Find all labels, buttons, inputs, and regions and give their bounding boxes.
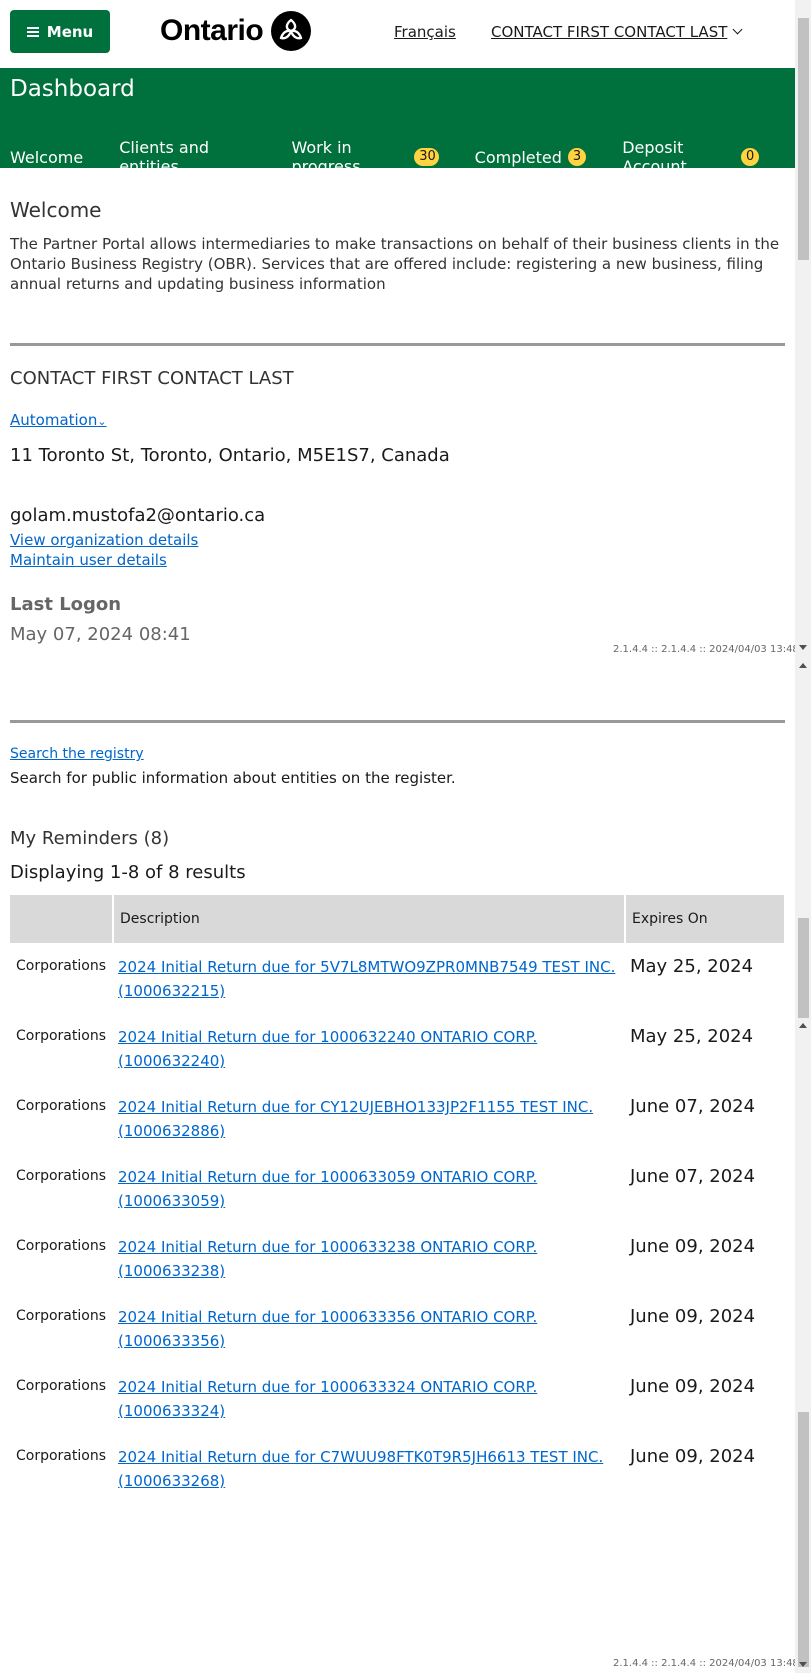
row-category: Corporations <box>16 1238 106 1254</box>
tab-work-in-progress[interactable]: Work in progress 30 <box>291 138 439 185</box>
menu-button[interactable]: Menu <box>10 10 110 53</box>
maintain-user-details-link[interactable]: Maintain user details <box>10 551 167 569</box>
row-category: Corporations <box>16 1378 106 1394</box>
user-menu-label: CONTACT FIRST CONTACT LAST <box>491 23 728 41</box>
count-badge: 30 <box>414 148 439 166</box>
row-category: Corporations <box>16 1168 106 1184</box>
row-category: Corporations <box>16 1448 106 1464</box>
column-header-expires-on: Expires On <box>624 895 784 943</box>
table-row: Corporations 2024 Initial Return due for… <box>10 1433 784 1503</box>
view-organization-details-link[interactable]: View organization details <box>10 531 198 549</box>
row-category: Corporations <box>16 1308 106 1324</box>
page-title: Dashboard <box>10 76 135 102</box>
table-row: Corporations 2024 Initial Return due for… <box>10 1363 784 1433</box>
row-expires: June 09, 2024 <box>630 1306 756 1327</box>
tab-label: Deposit Account <box>622 138 687 176</box>
scroll-up-icon[interactable] <box>799 1023 807 1028</box>
reminder-link[interactable]: 2024 Initial Return due for 1000632240 O… <box>118 1028 537 1070</box>
last-logon-label: Last Logon <box>10 594 122 615</box>
search-registry-link[interactable]: Search the registry <box>10 746 144 762</box>
row-expires: June 07, 2024 <box>630 1166 756 1187</box>
welcome-heading: Welcome <box>10 198 102 222</box>
chevron-down-icon: ⌄ <box>97 415 107 428</box>
scroll-up-icon[interactable] <box>799 663 807 668</box>
reminders-table: Description Expires On Corporations 2024… <box>10 895 784 1503</box>
reminder-link[interactable]: 2024 Initial Return due for 1000633356 O… <box>118 1308 537 1350</box>
tab-label: Work in progress <box>291 138 361 176</box>
row-expires: June 09, 2024 <box>630 1376 756 1397</box>
table-row: Corporations 2024 Initial Return due for… <box>10 1293 784 1363</box>
row-category: Corporations <box>16 1098 106 1114</box>
scroll-down-icon[interactable] <box>799 645 807 650</box>
scrollbar-thumb[interactable] <box>798 18 809 260</box>
count-badge: 0 <box>741 148 759 166</box>
table-row: Corporations 2024 Initial Return due for… <box>10 1153 784 1223</box>
automation-label: Automation <box>10 411 98 429</box>
table-header-row: Description Expires On <box>10 895 784 943</box>
top-header: Menu Ontario Français CONTACT FIRST CONT… <box>0 0 795 68</box>
reminder-link[interactable]: 2024 Initial Return due for CY12UJEBHO13… <box>118 1098 593 1140</box>
column-header-description: Description <box>112 895 624 943</box>
chevron-down-icon <box>732 24 743 35</box>
contact-name-heading: CONTACT FIRST CONTACT LAST <box>10 368 294 389</box>
reminder-link[interactable]: 2024 Initial Return due for 1000633324 O… <box>118 1378 537 1420</box>
table-row: Corporations 2024 Initial Return due for… <box>10 943 784 1013</box>
reminders-heading: My Reminders (8) <box>10 828 170 849</box>
scroll-down-icon[interactable] <box>799 1662 807 1667</box>
reminder-link[interactable]: 2024 Initial Return due for 5V7L8MTWO9ZP… <box>118 958 615 1000</box>
row-expires: June 09, 2024 <box>630 1446 756 1467</box>
search-description: Search for public information about enti… <box>10 769 456 787</box>
reminder-link[interactable]: 2024 Initial Return due for 1000633059 O… <box>118 1168 537 1210</box>
row-category: Corporations <box>16 958 106 974</box>
column-header-category <box>10 895 112 943</box>
row-expires: June 07, 2024 <box>630 1096 756 1117</box>
row-expires: May 25, 2024 <box>630 956 754 977</box>
row-expires: May 25, 2024 <box>630 1026 754 1047</box>
version-text: 2.1.4.4 :: 2.1.4.4 :: 2024/04/03 13:48 <box>613 644 799 655</box>
results-count: Displaying 1-8 of 8 results <box>10 862 246 883</box>
menu-button-label: Menu <box>46 22 94 41</box>
language-toggle-link[interactable]: Français <box>394 23 456 41</box>
row-expires: June 09, 2024 <box>630 1236 756 1257</box>
automation-dropdown-link[interactable]: Automation⌄ <box>10 411 107 429</box>
tab-label: Welcome <box>10 147 84 167</box>
last-logon-value: May 07, 2024 08:41 <box>10 624 191 645</box>
hamburger-icon <box>26 26 39 37</box>
tab-completed[interactable]: Completed 3 <box>475 138 587 185</box>
tab-label: Completed <box>474 147 562 167</box>
section-divider <box>10 720 785 723</box>
reminder-link[interactable]: 2024 Initial Return due for C7WUU98FTK0T… <box>118 1448 603 1490</box>
table-row: Corporations 2024 Initial Return due for… <box>10 1013 784 1083</box>
row-category: Corporations <box>16 1028 106 1044</box>
logo-wordmark: Ontario <box>160 14 264 47</box>
user-menu-link[interactable]: CONTACT FIRST CONTACT LAST <box>491 23 743 41</box>
dashboard-banner: Dashboard Welcome Clients and entities W… <box>0 68 795 185</box>
contact-email: golam.mustofa2@ontario.ca <box>10 505 266 526</box>
scrollbar-thumb[interactable] <box>798 1412 809 1667</box>
reminder-link[interactable]: 2024 Initial Return due for 1000633238 O… <box>118 1238 537 1280</box>
tab-welcome[interactable]: Welcome <box>10 138 84 185</box>
contact-address: 11 Toronto St, Toronto, Ontario, M5E1S7,… <box>10 445 450 466</box>
tab-deposit-account[interactable]: Deposit Account 0 <box>622 138 759 185</box>
scrollbar-thumb[interactable] <box>798 918 809 1018</box>
table-row: Corporations 2024 Initial Return due for… <box>10 1083 784 1153</box>
scrollbar[interactable] <box>795 0 811 1673</box>
trillium-icon <box>271 11 312 51</box>
version-text: 2.1.4.4 :: 2.1.4.4 :: 2024/04/03 13:48 <box>613 1658 799 1669</box>
dashboard-tabs: Welcome Clients and entities Work in pro… <box>10 138 795 185</box>
tab-label: Clients and entities <box>119 138 210 176</box>
table-row: Corporations 2024 Initial Return due for… <box>10 1223 784 1293</box>
section-divider <box>10 343 785 346</box>
ontario-logo[interactable]: Ontario <box>160 10 312 52</box>
count-badge: 3 <box>567 148 587 166</box>
tab-clients-and-entities[interactable]: Clients and entities <box>119 138 255 185</box>
welcome-text: The Partner Portal allows intermediaries… <box>10 235 780 293</box>
